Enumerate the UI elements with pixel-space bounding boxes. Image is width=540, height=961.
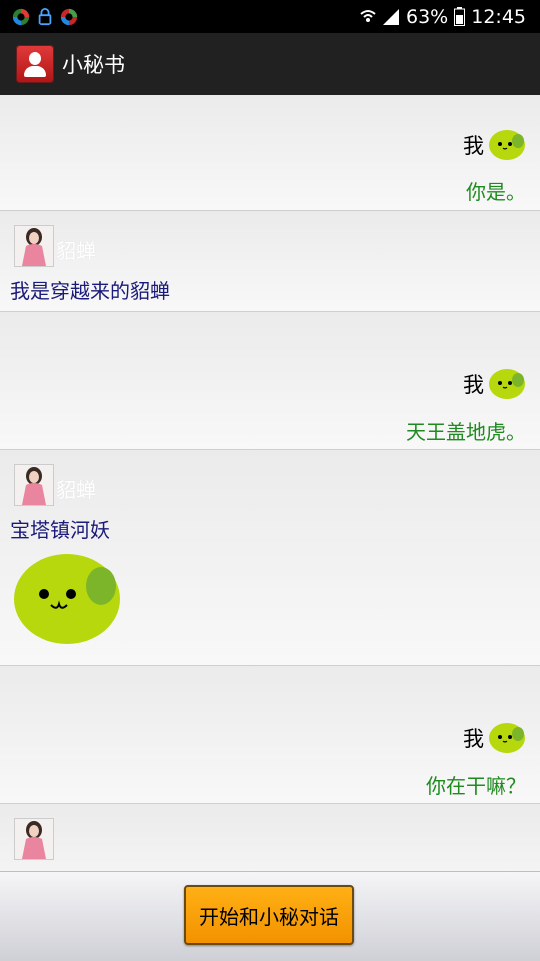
message-text: 我是穿越来的貂蝉 <box>10 279 170 303</box>
bottom-bar: 开始和小秘对话 <box>0 871 540 961</box>
green-face-avatar-icon <box>489 130 525 160</box>
sender-name: 貂蝉 <box>56 239 96 263</box>
sender-name: 我 <box>463 727 484 751</box>
chat-message-bot <box>0 804 540 871</box>
green-face-avatar-icon <box>489 723 525 753</box>
message-text: 你是。 <box>466 180 526 204</box>
chat-message-me: 我 天王盖地虎。 <box>0 312 540 450</box>
chat-message-bot: 貂蝉 宝塔镇河妖 <box>0 450 540 666</box>
message-text: 天王盖地虎。 <box>406 420 526 444</box>
sender-name: 我 <box>463 373 484 397</box>
app-notification-icon <box>12 8 30 25</box>
sync-notification-icon <box>60 8 78 25</box>
sender-name: 貂蝉 <box>56 478 96 502</box>
contact-icon[interactable] <box>16 45 54 83</box>
battery-percent: 63% <box>406 5 449 28</box>
chat-message-me: 我 你是。 <box>0 95 540 211</box>
sender-name: 我 <box>463 134 484 158</box>
bot-avatar <box>14 818 54 860</box>
notification-icons <box>0 7 78 26</box>
clock: 12:45 <box>471 5 526 28</box>
signal-icon <box>383 8 399 25</box>
bot-avatar <box>14 225 54 267</box>
chat-message-bot: 貂蝉 我是穿越来的貂蝉 <box>0 211 540 312</box>
battery-icon <box>454 7 466 26</box>
bot-avatar <box>14 464 54 506</box>
wifi-icon <box>360 9 376 22</box>
chat-message-me: 我 你在干嘛？ <box>0 666 540 804</box>
message-text: 你在干嘛？ <box>426 774 526 798</box>
green-face-avatar-icon <box>489 369 525 399</box>
green-face-sticker <box>14 554 120 644</box>
action-bar: 小秘书 <box>0 33 540 95</box>
message-text: 宝塔镇河妖 <box>10 518 110 542</box>
app-title: 小秘书 <box>62 53 125 77</box>
status-bar: 63% 12:45 <box>0 0 540 33</box>
lock-notification-icon <box>38 7 52 25</box>
start-chat-button[interactable]: 开始和小秘对话 <box>184 885 354 945</box>
chat-list[interactable]: 我 你是。 貂蝉 我是穿越来的貂蝉 我 天王盖地虎。 貂蝉 宝塔镇河妖 我 你在… <box>0 95 540 871</box>
status-indicators: 63% 12:45 <box>360 6 540 28</box>
